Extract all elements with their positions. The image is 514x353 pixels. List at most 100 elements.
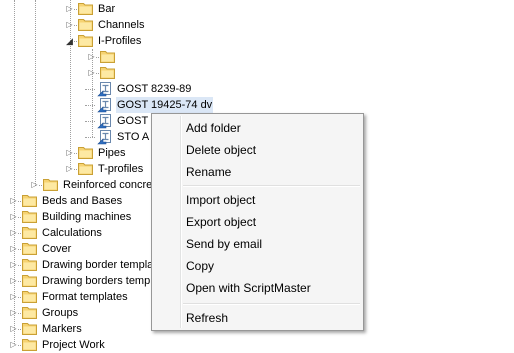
tree-collapsed-arrow-icon[interactable]: ▷	[30, 177, 39, 193]
menu-item-refresh[interactable]: Refresh	[186, 307, 228, 329]
tree-branch-dots	[18, 217, 21, 218]
tree-node-label: Reinforced concrete	[63, 179, 162, 191]
menu-item-export-object[interactable]: Export object	[186, 211, 256, 233]
folder-icon	[22, 211, 37, 223]
tree-collapsed-arrow-icon[interactable]: ▷	[9, 289, 18, 305]
tree-row[interactable]: ▷ Project Work	[0, 337, 514, 353]
menu-separator	[183, 185, 360, 187]
tree-branch-dots	[18, 345, 21, 346]
folder-icon	[22, 307, 37, 319]
tree-node-label: Bar	[98, 3, 116, 15]
tree-node-label: Pipes	[98, 147, 126, 159]
menu-item-add-folder[interactable]: Add folder	[186, 117, 241, 139]
tree-branch-dots	[18, 329, 21, 330]
tree-branch-dots	[85, 89, 95, 90]
tree-row[interactable]: ▷	[0, 49, 514, 65]
menu-item-open-with-scriptmaster[interactable]: Open with ScriptMaster	[186, 277, 311, 299]
tree-branch-dots	[85, 137, 95, 138]
folder-icon	[22, 339, 37, 351]
tree-branch-dots	[85, 121, 95, 122]
profile-catalog-icon	[97, 130, 111, 145]
tree-node-label: GOST 8239-89	[117, 83, 192, 95]
tree-row[interactable]: GOST 8239-89	[0, 81, 514, 97]
tree-row[interactable]: ◢ I-Profiles	[0, 33, 514, 49]
folder-icon	[100, 67, 115, 79]
tree-collapsed-arrow-icon[interactable]: ▷	[9, 209, 18, 225]
menu-item-delete-object[interactable]: Delete object	[186, 139, 256, 161]
tree-node-label: Beds and Bases	[42, 195, 123, 207]
tree-branch-dots	[18, 297, 21, 298]
tree-branch-dots	[74, 169, 77, 170]
menu-separator	[183, 303, 360, 305]
tree-branch-dots	[18, 249, 21, 250]
tree-collapsed-arrow-icon[interactable]: ▷	[65, 1, 74, 17]
folder-icon	[78, 3, 93, 15]
tree-node-label: I-Profiles	[98, 35, 142, 47]
tree-collapsed-arrow-icon[interactable]: ▷	[9, 305, 18, 321]
tree-node-label: GOST	[117, 115, 149, 127]
tree-collapsed-arrow-icon[interactable]: ▷	[9, 257, 18, 273]
tree-branch-dots	[96, 73, 99, 74]
tree-branch-dots	[18, 313, 21, 314]
folder-icon	[22, 275, 37, 287]
profile-catalog-icon	[97, 82, 111, 97]
tree-collapsed-arrow-icon[interactable]: ▷	[9, 225, 18, 241]
tree-node-label: Markers	[42, 323, 82, 335]
tree-row[interactable]: GOST 19425-74 dv	[0, 97, 514, 113]
tree-collapsed-arrow-icon[interactable]: ▷	[9, 321, 18, 337]
tree-collapsed-arrow-icon[interactable]: ▷	[9, 273, 18, 289]
tree-branch-dots	[74, 9, 77, 10]
tree-branch-dots	[96, 57, 99, 58]
tree-expanded-arrow-icon[interactable]: ◢	[65, 33, 74, 49]
folder-icon	[22, 259, 37, 271]
tree-node-label: Project Work	[42, 339, 105, 351]
tree-collapsed-arrow-icon[interactable]: ▷	[9, 337, 18, 353]
tree-branch-dots	[18, 281, 21, 282]
tree-node-label: STO A	[117, 131, 150, 143]
tree-node-label: Cover	[42, 243, 72, 255]
menu-item-copy[interactable]: Copy	[186, 255, 214, 277]
tree-row[interactable]: ▷ Bar	[0, 1, 514, 17]
folder-icon	[78, 147, 93, 159]
profile-catalog-icon	[97, 98, 111, 113]
tree-node-label: Groups	[42, 307, 79, 319]
context-menu: Add folder Delete object Rename Import obje…	[151, 113, 364, 331]
tree-collapsed-arrow-icon[interactable]: ▷	[9, 241, 18, 257]
folder-icon	[78, 19, 93, 31]
folder-icon	[78, 163, 93, 175]
menu-item-import-object[interactable]: Import object	[186, 189, 255, 211]
tree-collapsed-arrow-icon[interactable]: ▷	[87, 65, 96, 81]
folder-icon	[22, 291, 37, 303]
tree-node-label: Drawing border templates	[42, 259, 168, 271]
tree-branch-dots	[85, 105, 95, 106]
tree-collapsed-arrow-icon[interactable]: ▷	[65, 161, 74, 177]
menu-icon-gutter	[180, 116, 182, 328]
folder-icon	[22, 195, 37, 207]
folder-icon	[100, 51, 115, 63]
folder-icon	[22, 323, 37, 335]
tree-node-label: Calculations	[42, 227, 102, 239]
tree-collapsed-arrow-icon[interactable]: ▷	[87, 49, 96, 65]
tree-row[interactable]: ▷	[0, 65, 514, 81]
folder-open-icon	[78, 35, 93, 47]
menu-item-send-by-email[interactable]: Send by email	[186, 233, 262, 255]
profile-catalog-icon	[97, 114, 111, 129]
tree-row[interactable]: ▷ Channels	[0, 17, 514, 33]
tree-node-label: Building machines	[42, 211, 132, 223]
tree-branch-dots	[39, 185, 42, 186]
tree-branch-dots	[18, 201, 21, 202]
tree-collapsed-arrow-icon[interactable]: ▷	[65, 145, 74, 161]
tree-collapsed-arrow-icon[interactable]: ▷	[9, 193, 18, 209]
tree-node-label: T-profiles	[98, 163, 144, 175]
tree-branch-dots	[18, 233, 21, 234]
tree-collapsed-arrow-icon[interactable]: ▷	[65, 17, 74, 33]
tree-branch-dots	[18, 265, 21, 266]
menu-item-rename[interactable]: Rename	[186, 161, 231, 183]
tree-branch-dots	[74, 41, 77, 42]
tree-node-label: Format templates	[42, 291, 128, 303]
folder-icon	[22, 227, 37, 239]
folder-icon	[43, 179, 58, 191]
tree-node-label: Channels	[98, 19, 145, 31]
tree-branch-dots	[74, 153, 77, 154]
tree-branch-dots	[74, 25, 77, 26]
